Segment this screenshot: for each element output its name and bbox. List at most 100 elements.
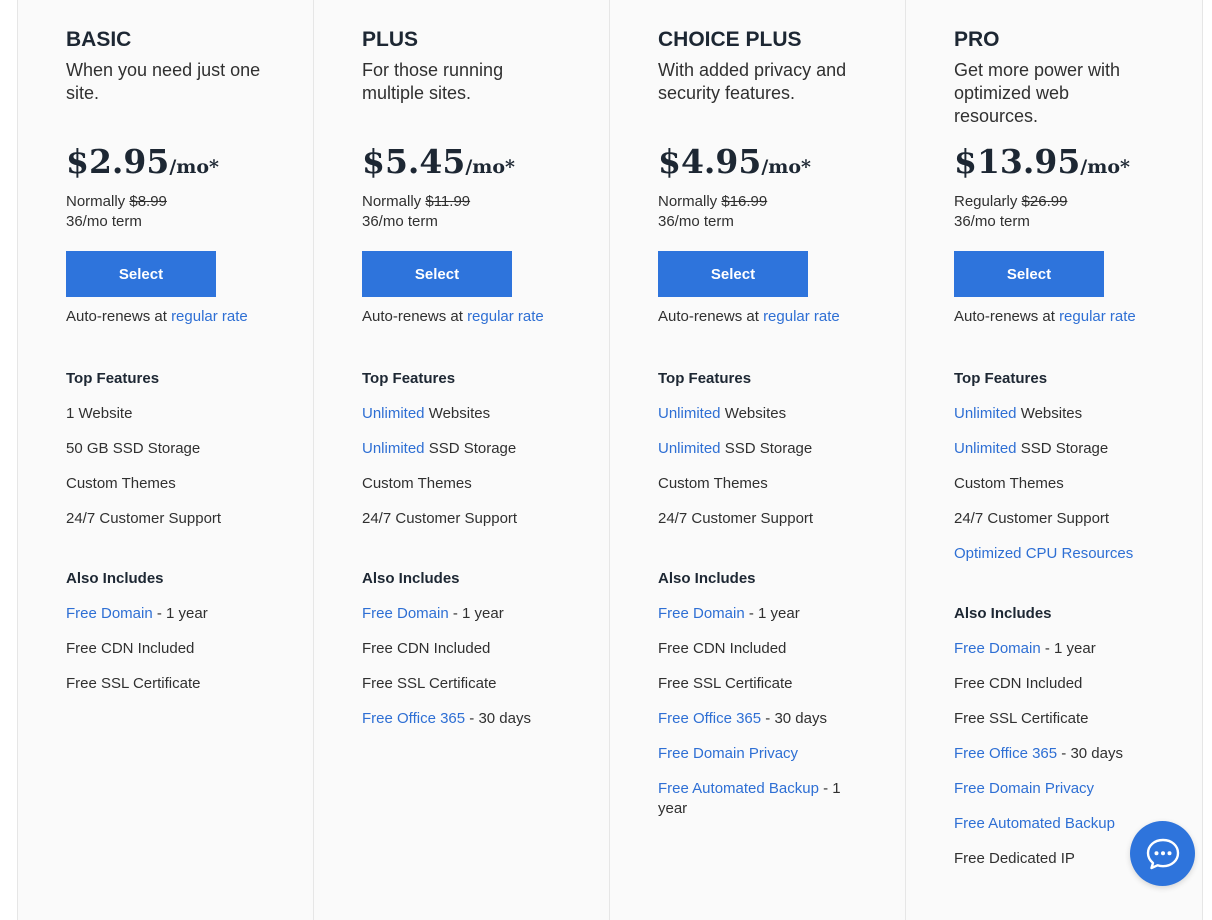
select-button[interactable]: Select: [954, 251, 1104, 297]
include-link[interactable]: Free Automated Backup: [954, 815, 1115, 832]
select-button[interactable]: Select: [66, 251, 216, 297]
feature-text: 24/7 Customer Support: [66, 510, 222, 527]
regular-rate-link[interactable]: regular rate: [171, 308, 248, 325]
normal-price-label: Normally: [362, 193, 422, 210]
normal-price-line: Normally $16.99: [658, 192, 857, 212]
plan-price: $2.95: [66, 142, 170, 181]
include-text: - 30 days: [1057, 745, 1123, 762]
also-include-item: Free Dedicated IP: [954, 849, 1154, 869]
include-text: - 30 days: [761, 710, 827, 727]
include-text: Free SSL Certificate: [66, 675, 201, 692]
normal-price-line: Normally $11.99: [362, 192, 561, 212]
also-include-item: Free SSL Certificate: [362, 674, 561, 694]
top-features-heading: Top Features: [954, 370, 1048, 387]
autorenew-note: Auto-renews at regular rate: [362, 307, 561, 327]
feature-link[interactable]: Unlimited: [658, 440, 721, 457]
feature-link[interactable]: Unlimited: [362, 440, 425, 457]
also-include-item: Free CDN Included: [954, 674, 1154, 694]
feature-text: 24/7 Customer Support: [954, 510, 1110, 527]
include-text: - 1 year: [744, 605, 800, 622]
include-link[interactable]: Free Office 365: [954, 745, 1057, 762]
autorenew-prefix: Auto-renews at: [66, 308, 167, 325]
include-link[interactable]: Free Office 365: [362, 710, 465, 727]
also-include-item: Free CDN Included: [658, 639, 857, 659]
also-include-item: Free Office 365 - 30 days: [954, 744, 1154, 764]
feature-text: 24/7 Customer Support: [658, 510, 814, 527]
plan-card: CHOICE PLUS With added privacy and securi…: [610, 0, 906, 920]
feature-item: 24/7 Customer Support: [362, 509, 561, 529]
also-include-item: Free Automated Backup - 1 year: [658, 779, 857, 819]
also-includes-heading: Also Includes: [658, 570, 756, 587]
plan-tagline: When you need just one site.: [66, 60, 261, 103]
include-link[interactable]: Free Domain: [362, 605, 449, 622]
feature-link[interactable]: Unlimited: [658, 405, 721, 422]
also-include-item: Free Domain - 1 year: [954, 639, 1154, 659]
regular-rate-link[interactable]: regular rate: [467, 308, 544, 325]
feature-item: 24/7 Customer Support: [66, 509, 265, 529]
feature-item: Optimized CPU Resources: [954, 544, 1154, 564]
normal-price-line: Normally $8.99: [66, 192, 265, 212]
include-link[interactable]: Free Domain Privacy: [658, 745, 798, 762]
also-include-item: Free Domain - 1 year: [658, 604, 857, 624]
plan-tagline: With added privacy and security features…: [658, 60, 847, 103]
feature-item: 24/7 Customer Support: [954, 509, 1154, 529]
plan-tagline: Get more power with optimized web resour…: [954, 60, 1121, 126]
select-button[interactable]: Select: [362, 251, 512, 297]
feature-item: Unlimited SSD Storage: [362, 439, 561, 459]
feature-link[interactable]: Unlimited: [954, 440, 1017, 457]
plan-name: PRO: [954, 28, 1000, 51]
also-includes-heading: Also Includes: [362, 570, 460, 587]
chat-button[interactable]: [1130, 821, 1195, 886]
top-features-heading: Top Features: [362, 370, 456, 387]
regular-rate-link[interactable]: regular rate: [1059, 308, 1136, 325]
top-features-heading: Top Features: [658, 370, 752, 387]
feature-item: 50 GB SSD Storage: [66, 439, 265, 459]
plan-card: PRO Get more power with optimized web res…: [906, 0, 1202, 920]
plan-card: PLUS For those running multiple sites. $5.…: [314, 0, 610, 920]
autorenew-note: Auto-renews at regular rate: [658, 307, 857, 327]
feature-text: Custom Themes: [954, 475, 1064, 492]
include-link[interactable]: Free Automated Backup: [658, 780, 819, 797]
include-link[interactable]: Free Office 365: [658, 710, 761, 727]
plan-name: CHOICE PLUS: [658, 28, 802, 51]
price-suffix: /mo*: [1080, 156, 1130, 178]
include-text: Free CDN Included: [66, 640, 195, 657]
feature-item: Unlimited Websites: [954, 404, 1154, 424]
regular-rate-link[interactable]: regular rate: [763, 308, 840, 325]
feature-text: Custom Themes: [66, 475, 176, 492]
feature-item: Custom Themes: [66, 474, 265, 494]
feature-text: Websites: [720, 405, 787, 422]
price-row: $2.95/mo*: [66, 142, 265, 188]
also-include-item: Free Domain - 1 year: [362, 604, 561, 624]
feature-text: 1 Website: [66, 405, 133, 422]
include-text: Free CDN Included: [362, 640, 491, 657]
plan-term: 36/mo term: [362, 213, 438, 230]
include-link[interactable]: Free Domain Privacy: [954, 780, 1094, 797]
feature-item: Custom Themes: [362, 474, 561, 494]
normal-price: $8.99: [129, 193, 167, 210]
autorenew-prefix: Auto-renews at: [954, 308, 1055, 325]
plan-card: BASIC When you need just one site. $2.95/m…: [18, 0, 314, 920]
feature-link[interactable]: Unlimited: [954, 405, 1017, 422]
also-include-item: Free Automated Backup: [954, 814, 1154, 834]
normal-price-label: Normally: [658, 193, 718, 210]
feature-link[interactable]: Unlimited: [362, 405, 425, 422]
include-link[interactable]: Free Domain: [658, 605, 745, 622]
plan-name: BASIC: [66, 28, 132, 51]
autorenew-note: Auto-renews at regular rate: [954, 307, 1154, 327]
include-text: Free SSL Certificate: [362, 675, 497, 692]
include-link[interactable]: Free Domain: [66, 605, 153, 622]
also-include-item: Free SSL Certificate: [658, 674, 857, 694]
feature-text: 24/7 Customer Support: [362, 510, 518, 527]
normal-price: $26.99: [1021, 193, 1068, 210]
price-row: $5.45/mo*: [362, 142, 561, 188]
feature-link[interactable]: Optimized CPU Resources: [954, 545, 1133, 562]
include-link[interactable]: Free Domain: [954, 640, 1041, 657]
feature-text: Custom Themes: [362, 475, 472, 492]
plan-price: $5.45: [362, 142, 466, 181]
price-row: $13.95/mo*: [954, 142, 1154, 188]
autorenew-note: Auto-renews at regular rate: [66, 307, 265, 327]
also-include-item: Free CDN Included: [66, 639, 265, 659]
select-button[interactable]: Select: [658, 251, 808, 297]
price-suffix: /mo*: [169, 156, 219, 178]
